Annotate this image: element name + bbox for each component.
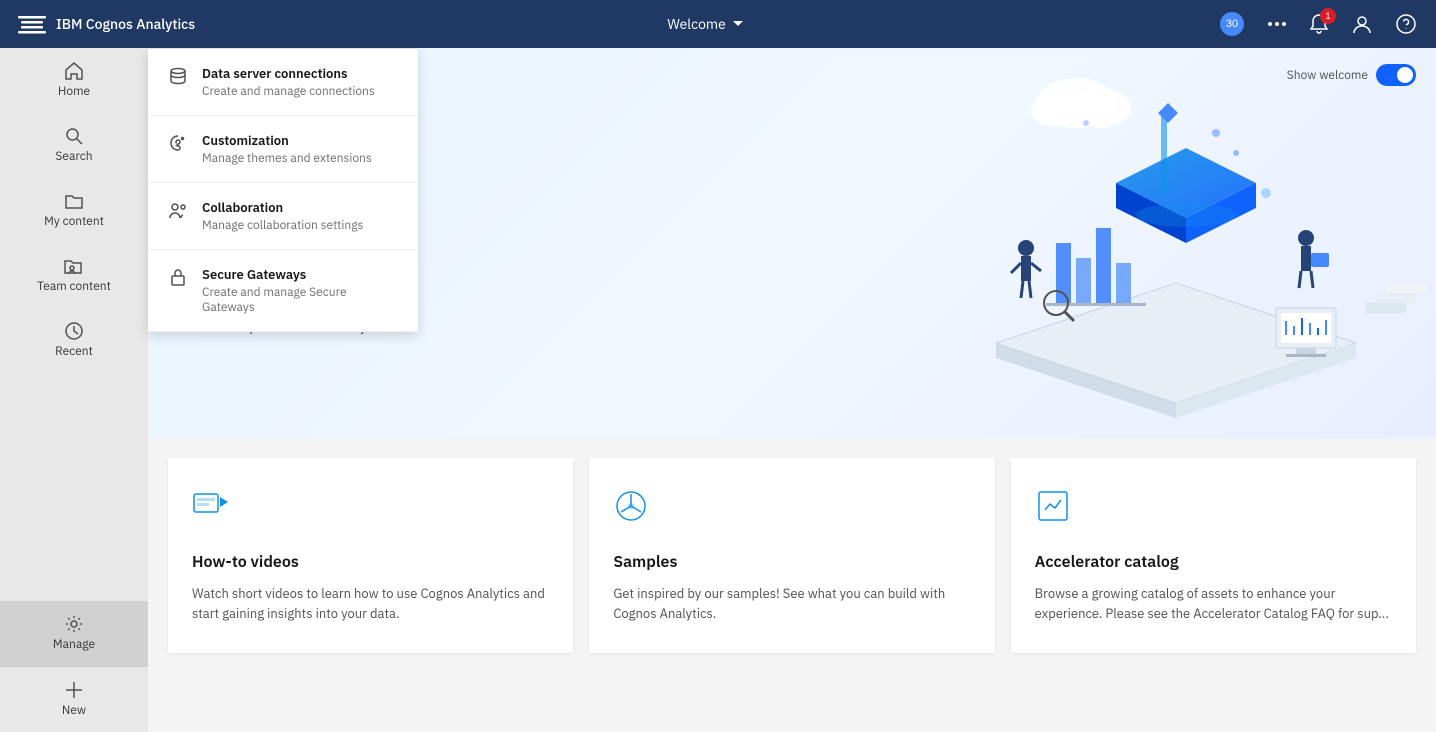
user-profile-button[interactable] bbox=[1348, 10, 1376, 38]
sidebar-item-home[interactable]: Home bbox=[0, 48, 148, 113]
cards-section: How-to videos Watch short videos to lear… bbox=[148, 438, 1436, 673]
more-options-button[interactable] bbox=[1264, 18, 1290, 30]
sidebar-label-new: New bbox=[62, 703, 86, 718]
collaboration-icon bbox=[168, 201, 188, 224]
sidebar-bottom: Manage New bbox=[0, 601, 148, 732]
manage-dropdown-menu: Data server connections Create and manag… bbox=[148, 48, 418, 332]
card-accelerator-catalog-title: Accelerator catalog bbox=[1035, 552, 1392, 572]
card-samples-title: Samples bbox=[613, 552, 970, 572]
dropdown-customization-text: Customization Manage themes and extensio… bbox=[202, 132, 372, 166]
hero-svg-illustration bbox=[916, 63, 1436, 423]
catalog-icon bbox=[1035, 488, 1392, 532]
search-icon bbox=[65, 127, 83, 145]
ibm-logo-icon bbox=[16, 8, 48, 40]
sidebar-item-search[interactable]: Search bbox=[0, 113, 148, 178]
sidebar: Home Search My content Team content Rece… bbox=[0, 48, 148, 732]
folder-icon bbox=[65, 192, 83, 210]
manage-icon bbox=[65, 615, 83, 633]
dropdown-secure-gateways-subtitle: Create and manage Secure Gateways bbox=[202, 285, 398, 315]
dropdown-customization-title: Customization bbox=[202, 132, 372, 149]
dropdown-collaboration-title: Collaboration bbox=[202, 199, 363, 216]
card-samples[interactable]: Samples Get inspired by our samples! See… bbox=[589, 458, 994, 653]
count-badge-button[interactable]: 30 bbox=[1216, 8, 1248, 40]
plus-icon bbox=[65, 681, 83, 699]
sidebar-item-my-content[interactable]: My content bbox=[0, 178, 148, 243]
top-navigation: IBM Cognos Analytics Welcome 30 1 bbox=[0, 0, 1436, 48]
database-icon bbox=[168, 67, 188, 90]
top-nav-actions: 30 1 bbox=[1216, 8, 1420, 40]
chevron-down-icon bbox=[732, 20, 744, 28]
lock-icon bbox=[168, 268, 188, 291]
dropdown-data-server-text: Data server connections Create and manag… bbox=[202, 65, 375, 99]
dropdown-data-server-subtitle: Create and manage connections bbox=[202, 84, 375, 99]
dropdown-secure-gateways-text: Secure Gateways Create and manage Secure… bbox=[202, 266, 398, 315]
ellipsis-icon bbox=[1268, 22, 1286, 26]
chart-icon bbox=[613, 488, 970, 532]
card-samples-desc: Get inspired by our samples! See what yo… bbox=[613, 584, 970, 623]
sidebar-item-manage[interactable]: Manage bbox=[0, 601, 148, 666]
hero-illustration bbox=[728, 48, 1436, 438]
sidebar-label-manage: Manage bbox=[53, 637, 95, 652]
notifications-button[interactable]: 1 bbox=[1306, 10, 1332, 38]
welcome-label: Welcome bbox=[667, 15, 725, 33]
dropdown-collaboration-text: Collaboration Manage collaboration setti… bbox=[202, 199, 363, 233]
card-how-to-videos-desc: Watch short videos to learn how to use C… bbox=[192, 584, 549, 623]
sidebar-label-my-content: My content bbox=[44, 214, 104, 229]
folder-shared-icon bbox=[64, 257, 84, 275]
card-how-to-videos-title: How-to videos bbox=[192, 552, 549, 572]
notification-badge: 1 bbox=[1320, 8, 1336, 24]
sidebar-label-search: Search bbox=[55, 149, 92, 164]
dropdown-item-data-server[interactable]: Data server connections Create and manag… bbox=[148, 49, 418, 116]
dropdown-secure-gateways-title: Secure Gateways bbox=[202, 266, 398, 283]
app-name: IBM Cognos Analytics bbox=[56, 15, 195, 33]
dropdown-item-collaboration[interactable]: Collaboration Manage collaboration setti… bbox=[148, 183, 418, 250]
app-logo[interactable]: IBM Cognos Analytics bbox=[16, 8, 195, 40]
dropdown-item-customization[interactable]: Customization Manage themes and extensio… bbox=[148, 116, 418, 183]
video-icon bbox=[192, 488, 549, 532]
user-icon bbox=[1352, 14, 1372, 34]
dropdown-data-server-title: Data server connections bbox=[202, 65, 375, 82]
sidebar-item-team-content[interactable]: Team content bbox=[0, 243, 148, 308]
dropdown-item-secure-gateways[interactable]: Secure Gateways Create and manage Secure… bbox=[148, 250, 418, 332]
sidebar-label-team-content: Team content bbox=[37, 279, 111, 294]
card-how-to-videos[interactable]: How-to videos Watch short videos to lear… bbox=[168, 458, 573, 653]
help-icon bbox=[1396, 14, 1416, 34]
clock-icon bbox=[65, 322, 83, 340]
dropdown-collaboration-subtitle: Manage collaboration settings bbox=[202, 218, 363, 233]
home-icon bbox=[65, 62, 83, 80]
sidebar-label-home: Home bbox=[58, 84, 90, 99]
sidebar-label-recent: Recent bbox=[55, 344, 93, 359]
sidebar-item-recent[interactable]: Recent bbox=[0, 308, 148, 373]
card-accelerator-catalog-desc: Browse a growing catalog of assets to en… bbox=[1035, 584, 1392, 623]
customization-icon bbox=[168, 134, 188, 157]
help-button[interactable] bbox=[1392, 10, 1420, 38]
count-badge: 30 bbox=[1220, 12, 1244, 36]
sidebar-item-new[interactable]: New bbox=[0, 666, 148, 732]
dropdown-customization-subtitle: Manage themes and extensions bbox=[202, 151, 372, 166]
card-accelerator-catalog[interactable]: Accelerator catalog Browse a growing cat… bbox=[1011, 458, 1416, 653]
welcome-dropdown[interactable]: Welcome bbox=[195, 15, 1216, 33]
